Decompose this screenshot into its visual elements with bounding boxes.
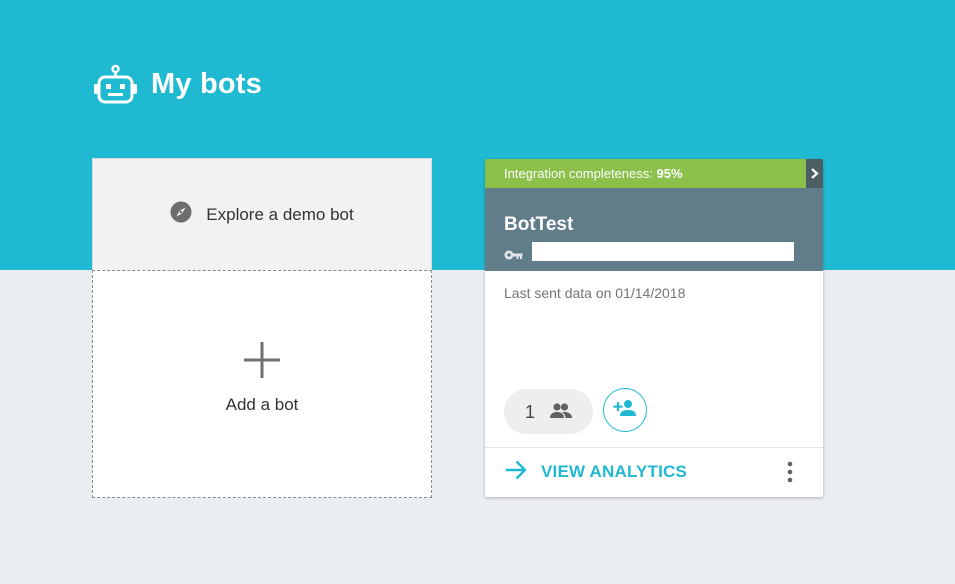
integration-details-button[interactable] — [806, 159, 823, 188]
card-divider — [485, 447, 823, 448]
team-members-count: 1 — [525, 402, 536, 422]
explore-demo-bot-button[interactable]: Explore a demo bot — [92, 158, 432, 270]
view-analytics-label: VIEW ANALYTICS — [541, 462, 688, 481]
add-bot-label: Add a bot — [225, 395, 299, 414]
bot-key-field[interactable] — [532, 242, 794, 261]
new-bot-card: Explore a demo bot Add a bot — [92, 158, 432, 498]
add-bot-button[interactable]: Add a bot — [92, 270, 432, 498]
integration-label: Integration completeness: — [504, 166, 657, 181]
page-title: My bots — [151, 67, 262, 100]
page-header: My bots — [93, 64, 262, 104]
last-sent-data-text: Last sent data on 01/14/2018 — [504, 285, 686, 301]
arrow-right-icon — [504, 458, 528, 487]
robot-icon — [93, 64, 138, 104]
team-members-chip[interactable]: 1 — [504, 389, 593, 434]
bot-header: BotTest — [485, 188, 823, 271]
compass-icon — [170, 201, 192, 228]
explore-demo-bot-label: Explore a demo bot — [206, 204, 354, 224]
integration-completeness-text: Integration completeness: 95% — [504, 166, 683, 181]
add-team-member-button[interactable] — [603, 388, 647, 432]
bot-card: Integration completeness: 95% BotTest La… — [485, 159, 823, 497]
more-options-button[interactable] — [780, 459, 800, 485]
view-analytics-link[interactable]: VIEW ANALYTICS — [504, 458, 687, 486]
integration-percent: 95% — [656, 166, 683, 181]
integration-completeness-bar: Integration completeness: 95% — [485, 159, 823, 188]
key-icon — [504, 247, 523, 265]
bot-name: BotTest — [504, 214, 574, 235]
plus-icon — [243, 341, 281, 384]
